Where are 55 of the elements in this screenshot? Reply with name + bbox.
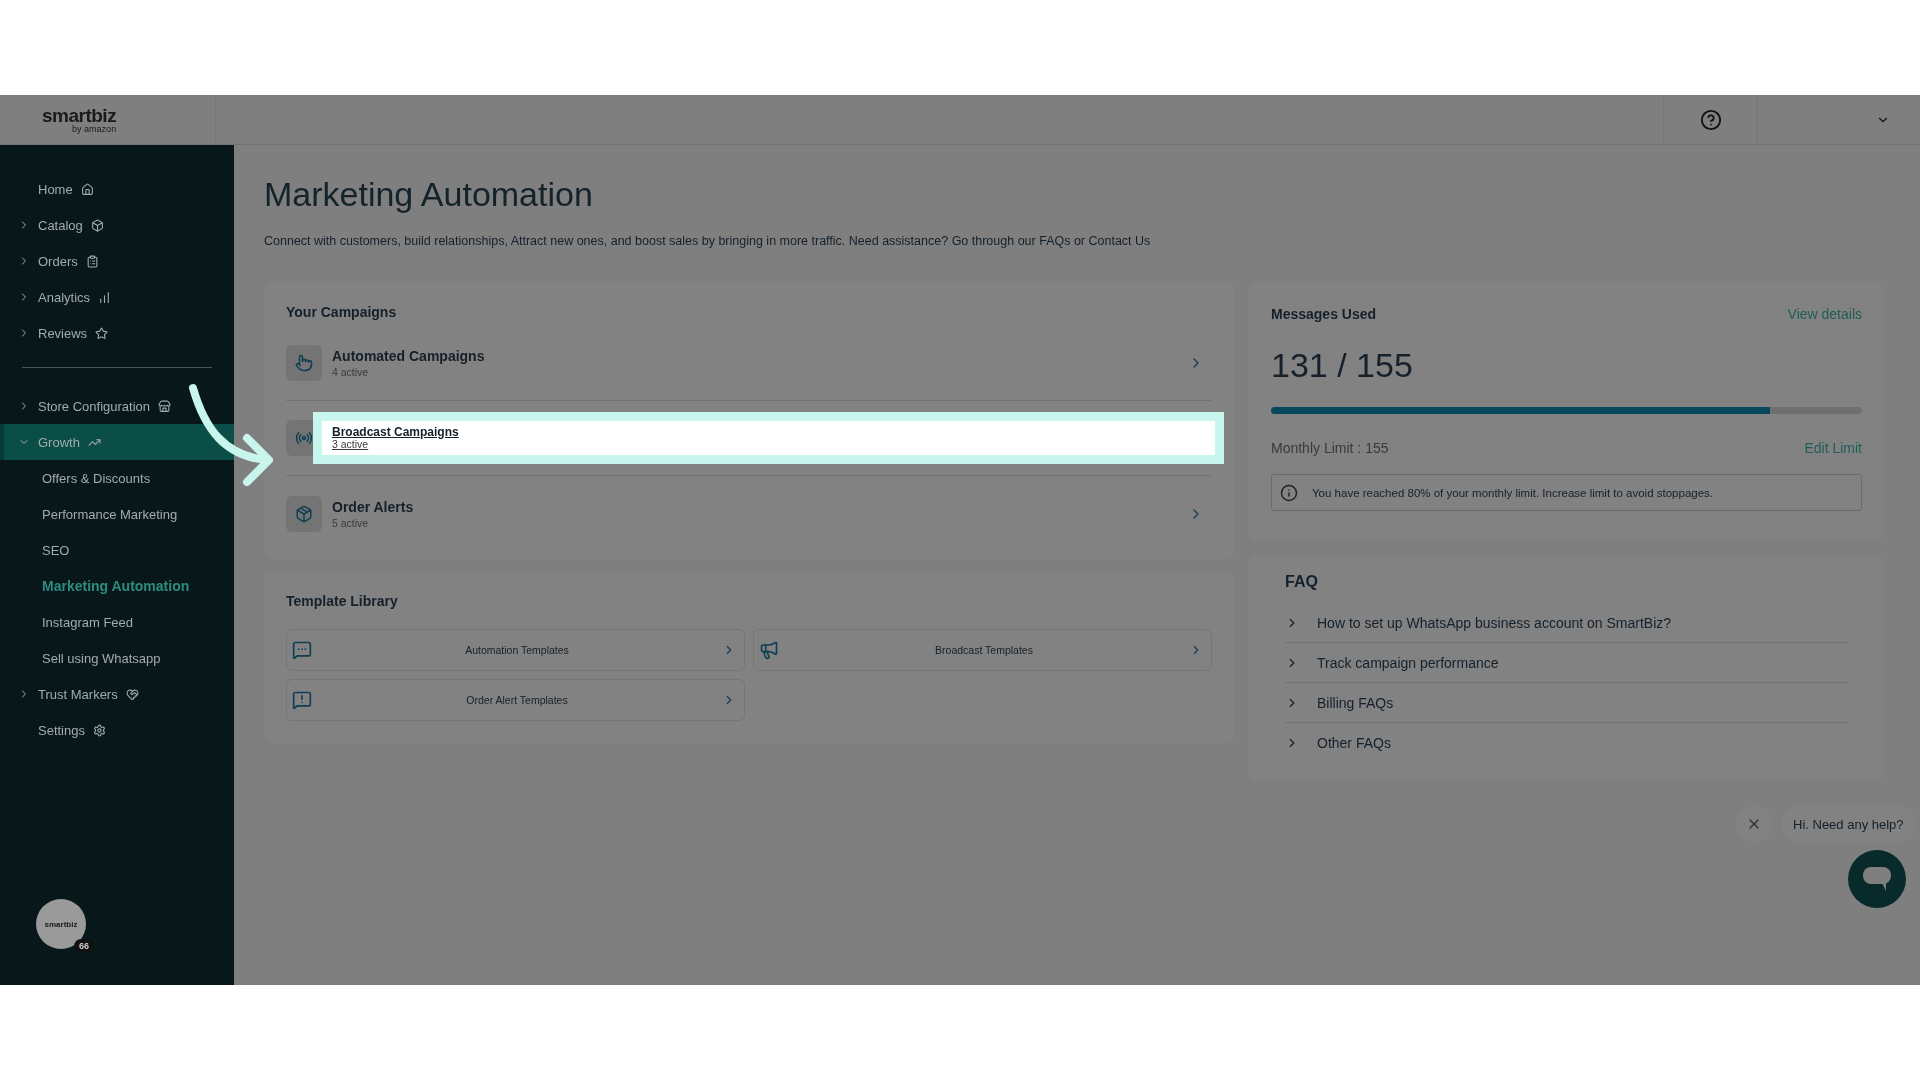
nav-item-selected[interactable]: Growth: [0, 424, 234, 460]
count-badge: 66: [74, 939, 94, 953]
chat-alert-icon: [292, 690, 312, 710]
card-title: FAQ: [1285, 573, 1319, 591]
template-button[interactable]: Automation Templates: [286, 629, 745, 671]
card-title: Template Library: [286, 593, 399, 609]
campaign-count: 4 active: [332, 366, 370, 378]
template-button[interactable]: Order Alert Templates: [286, 679, 745, 721]
nav-item[interactable]: Analytics: [38, 289, 91, 305]
megaphone-icon: [759, 640, 779, 660]
chat-bubble-icon: [1862, 866, 1892, 892]
info-icon: [1280, 483, 1298, 502]
campaign-title: Automated Campaigns: [332, 348, 486, 364]
faq-item[interactable]: Track campaign performance: [1317, 654, 1499, 671]
card-title: Your Campaigns: [286, 304, 398, 320]
page-title: Marketing Automation: [264, 175, 594, 214]
cube-icon: [90, 218, 104, 232]
nav-subitem[interactable]: Sell using Whatsapp: [0, 640, 234, 676]
nav-subitem[interactable]: Marketing Automation: [0, 568, 234, 604]
campaign-row[interactable]: Automated Campaigns 4 active: [286, 326, 1212, 401]
smartbiz-logo[interactable]: smartbiz by amazon: [42, 105, 117, 134]
nav-subitem[interactable]: Offers & Discounts: [0, 460, 234, 496]
nav-item[interactable]: Trust Markers: [38, 686, 118, 702]
campaign-count: 5 active: [332, 516, 370, 529]
help-button[interactable]: [1699, 108, 1722, 131]
nav-item[interactable]: Settings: [38, 722, 85, 738]
nav-item[interactable]: Reviews: [38, 325, 88, 341]
faq-item[interactable]: How to set up WhatsApp business account on SmartBiz?: [1317, 614, 1672, 631]
nav-item[interactable]: Home: [38, 181, 73, 197]
clipboard-icon: [85, 254, 99, 268]
monthly-limit: Monthly Limit : 155: [1271, 440, 1389, 456]
highlighted-campaign-row[interactable]: Broadcast Campaigns 3 active: [313, 412, 1224, 464]
messages-count: 131 / 155: [1271, 346, 1414, 385]
box-icon: [286, 495, 322, 532]
hand-icon: [286, 345, 322, 381]
campaign-row[interactable]: Order Alerts 5 active: [286, 476, 1212, 551]
notice-text: You have reached 80% of your monthly limit. Increase limit to avoid stoppages.: [1312, 486, 1714, 499]
nav-subitem[interactable]: SEO: [0, 532, 234, 568]
nav-item[interactable]: Store Configuration: [38, 398, 150, 414]
campaign-title: Order Alerts: [332, 498, 415, 515]
nav-item[interactable]: Catalog: [38, 217, 83, 233]
heart-handshake-icon: [125, 687, 139, 701]
nav-subitem[interactable]: Performance Marketing: [0, 496, 234, 532]
card-title: Messages Used: [1271, 306, 1377, 322]
star-icon: [95, 326, 109, 340]
nav-subitem[interactable]: Instagram Feed: [0, 604, 234, 640]
settings-icon: [93, 723, 106, 737]
storefront-icon: [158, 399, 171, 413]
house-icon: [80, 182, 94, 196]
page-description: Connect with customers, build relationships, Attract new ones, and boost sales by bringing in more traffic. Need assistance? Go through our FAQs or Contact Us: [264, 234, 1152, 248]
template-button[interactable]: Broadcast Templates: [753, 629, 1212, 671]
bar-chart-icon: [98, 290, 112, 304]
faq-item[interactable]: Other FAQs: [1317, 735, 1391, 751]
faq-item[interactable]: Billing FAQs: [1317, 694, 1394, 711]
nav-item[interactable]: Orders: [38, 253, 78, 269]
